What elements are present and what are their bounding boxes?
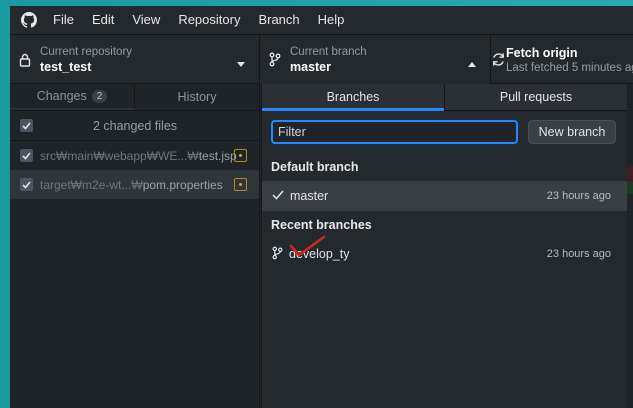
toolbar: Current repository test_test Current bra… [10,34,633,84]
modified-icon [234,178,247,191]
branch-time: 23 hours ago [546,248,611,260]
menu-edit[interactable]: Edit [83,6,123,34]
new-branch-button[interactable]: New branch [528,120,616,144]
caret-down-icon [237,56,245,70]
tab-changes[interactable]: Changes 2 [10,84,135,110]
check-icon [272,189,284,203]
github-logo-icon [14,6,44,34]
file-checkbox[interactable] [20,178,33,191]
branch-filter-input[interactable] [271,120,518,144]
menu-help[interactable]: Help [309,6,354,34]
tab-history[interactable]: History [135,84,259,110]
current-branch-value: master [290,59,331,74]
current-repository-label: Current repository [40,45,133,58]
file-row[interactable]: src₩main₩webapp₩WE...₩test.jsp [10,141,259,170]
filter-row: New branch [262,111,627,153]
branch-item-master[interactable]: master 23 hours ago [262,181,627,211]
tab-branches[interactable]: Branches [262,84,445,111]
current-repository-value: test_test [40,59,92,74]
tab-pull-requests[interactable]: Pull requests [445,84,627,110]
file-dir: target₩m2e-wt...₩ [40,177,143,192]
current-branch-button[interactable]: Current branch master [260,35,491,84]
current-branch-label: Current branch [290,45,367,58]
modified-icon [234,149,247,162]
default-branch-heading: Default branch [271,160,359,174]
menu-file[interactable]: File [44,6,83,34]
file-path: target₩m2e-wt...₩pom.properties [40,178,223,192]
lock-icon [10,53,40,67]
branch-item-develop-ty[interactable]: develop_ty 23 hours ago [262,235,627,269]
file-dir: src₩main₩webapp₩WE...₩ [40,148,199,163]
file-path: src₩main₩webapp₩WE...₩test.jsp [40,149,237,163]
branch-icon [272,246,283,263]
changed-files-count: 2 changed files [92,118,178,133]
file-name: test.jsp [198,148,237,163]
file-checkbox[interactable] [20,149,33,162]
fetch-origin-button[interactable]: Fetch origin Last fetched 5 minutes ago [491,35,633,84]
changes-count-badge: 2 [91,89,108,103]
branch-name: master [290,189,329,203]
menu-repository[interactable]: Repository [169,6,249,34]
fetch-origin-label: Fetch origin [506,45,578,60]
tab-changes-label: Changes [36,89,87,103]
red-checkmark-annotation [289,235,326,257]
github-desktop-window: File Edit View Repository Branch Help Cu… [10,6,633,408]
menu-view[interactable]: View [123,6,169,34]
current-repository-button[interactable]: Current repository test_test [10,35,260,84]
branch-dropdown-tabs: Branches Pull requests [262,84,627,111]
branch-dropdown: Branches Pull requests New branch Defaul… [261,84,627,408]
menu-branch[interactable]: Branch [249,6,308,34]
sync-icon [491,52,506,67]
title-bar: File Edit View Repository Branch Help [10,6,633,34]
changes-tabs: Changes 2 History [10,84,259,111]
diff-area-edge [627,84,633,408]
last-fetched-text: Last fetched 5 minutes ago [506,61,633,74]
changes-pane: Changes 2 History 2 changed files src₩ma… [10,84,260,408]
file-name: pom.properties [142,177,223,192]
branch-time: 23 hours ago [546,190,611,202]
file-row[interactable]: target₩m2e-wt...₩pom.properties [10,170,259,199]
branch-icon [260,52,290,67]
changed-files-header: 2 changed files [10,111,259,141]
caret-up-icon [468,56,476,70]
